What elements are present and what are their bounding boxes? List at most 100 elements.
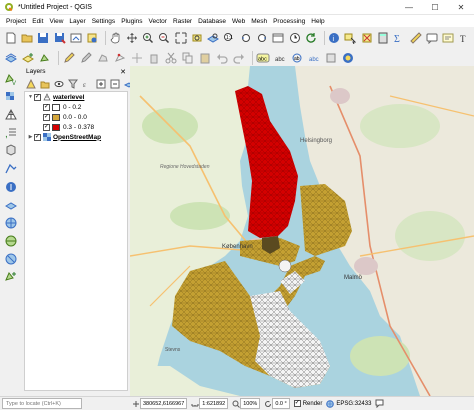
add-wfs-icon[interactable] [4,234,18,248]
measure-icon[interactable] [409,31,422,45]
menu-project[interactable]: Project [3,18,29,25]
legend-checkbox[interactable]: ✓ [43,123,50,131]
map-tips-icon[interactable] [425,31,438,45]
add-wms-icon[interactable] [4,216,18,230]
zoom-to-layer-icon[interactable] [207,31,220,45]
locator-search-input[interactable]: Type to locate (Ctrl+K) [2,398,82,409]
new-shapefile-icon[interactable] [4,270,18,284]
map-canvas[interactable]: Helsingborg Regione Hovedstaden Københav… [130,66,474,396]
expand-arrow-icon[interactable]: ▶ [27,134,34,140]
add-virtual-layer-icon[interactable] [4,198,18,212]
zoom-next-icon[interactable] [255,31,268,45]
menu-database[interactable]: Database [195,18,229,25]
collapse-all-icon[interactable] [110,79,120,89]
paste-features-icon[interactable] [198,51,212,65]
menu-settings[interactable]: Settings [89,18,119,25]
pan-map-icon[interactable] [109,31,122,45]
add-postgis-icon[interactable] [4,180,18,194]
expand-arrow-icon[interactable]: ▼ [27,94,34,100]
render-toggle[interactable]: ✓ Render [293,400,322,407]
refresh-icon[interactable] [304,31,317,45]
new-print-layout-icon[interactable] [69,31,82,45]
manage-visibility-icon[interactable] [54,79,64,89]
label-pin-icon[interactable]: abc [273,51,287,65]
undo-icon[interactable] [215,51,229,65]
render-checkbox[interactable]: ✓ [293,400,301,407]
new-project-icon[interactable] [4,31,17,45]
menu-help[interactable]: Help [308,18,327,25]
deselect-icon[interactable] [360,31,373,45]
layer-visibility-checkbox[interactable]: ✓ [34,133,41,141]
menu-web[interactable]: Web [229,18,248,25]
redo-icon[interactable] [232,51,246,65]
new-layer-icon[interactable] [21,51,35,65]
menu-vector[interactable]: Vector [146,18,170,25]
add-wcs-icon[interactable] [4,252,18,266]
label-change-icon[interactable] [324,51,338,65]
expand-all-icon[interactable] [96,79,106,89]
python-console-icon[interactable] [341,51,355,65]
statistics-icon[interactable]: Σ [393,31,406,45]
current-edits-icon[interactable] [62,51,76,65]
scale-field[interactable]: 1:621892 [199,398,229,409]
layer-row-openstreetmap[interactable]: ▶ ✓ OpenStreetMap [25,132,127,142]
zoom-to-selection-icon[interactable] [190,31,203,45]
open-project-icon[interactable] [20,31,33,45]
temporal-controller-icon[interactable] [288,31,301,45]
add-mesh-layer-icon[interactable] [4,108,18,122]
menu-raster[interactable]: Raster [170,18,195,25]
zoom-in-icon[interactable] [141,31,154,45]
close-window-button[interactable]: ✕ [448,3,474,12]
menu-edit[interactable]: Edit [29,18,46,25]
zoom-out-icon[interactable] [158,31,171,45]
select-features-icon[interactable] [344,31,357,45]
toggle-editing-icon[interactable] [79,51,93,65]
close-panel-icon[interactable]: ✕ [120,68,126,76]
identify-features-icon[interactable]: i [328,31,341,45]
add-geopackage-icon[interactable] [4,144,18,158]
add-vector-layer-icon[interactable]: V [4,72,18,86]
layer-visibility-checkbox[interactable]: ✓ [34,93,41,101]
menu-plugins[interactable]: Plugins [118,18,145,25]
delete-selected-icon[interactable] [147,51,161,65]
add-group-icon[interactable] [40,79,50,89]
legend-item[interactable]: ✓ 0.0 - 0.0 [25,112,127,122]
legend-item[interactable]: ✓ 0 - 0.2 [25,102,127,112]
messages-button[interactable] [375,399,384,408]
label-rotate-icon[interactable]: ab [290,51,304,65]
add-delimited-text-icon[interactable]: , [4,126,18,140]
layout-manager-icon[interactable] [85,31,98,45]
save-project-icon[interactable] [37,31,50,45]
minimize-button[interactable]: — [396,3,422,12]
coordinate-field[interactable]: 380652,6166967 [140,398,188,409]
map-svg[interactable]: Helsingborg Regione Hovedstaden Københav… [130,66,474,396]
filter-expression-icon[interactable]: ε [82,79,92,89]
menu-mesh[interactable]: Mesh [248,18,270,25]
data-source-manager-icon[interactable] [4,51,18,65]
add-vector-icon[interactable] [38,51,52,65]
zoom-last-icon[interactable] [239,31,252,45]
maximize-button[interactable]: ☐ [422,3,448,12]
zoom-native-icon[interactable]: 1:1 [223,31,236,45]
pan-to-selection-icon[interactable] [125,31,138,45]
crs-button[interactable]: EPSG:32433 [326,399,371,408]
add-raster-layer-icon[interactable] [4,90,18,104]
magnifier-field[interactable]: 100% [240,398,261,409]
zoom-full-icon[interactable] [174,31,187,45]
digitize-icon[interactable] [96,51,110,65]
menu-processing[interactable]: Processing [270,18,308,25]
move-feature-icon[interactable] [130,51,144,65]
legend-item[interactable]: ✓ 0.3 - 0.378 [25,122,127,132]
cut-features-icon[interactable] [164,51,178,65]
copy-features-icon[interactable] [181,51,195,65]
menu-layer[interactable]: Layer [66,18,88,25]
vertex-tool-icon[interactable] [113,51,127,65]
legend-checkbox[interactable]: ✓ [43,103,50,111]
text-annotation-icon[interactable]: T [458,31,471,45]
filter-legend-icon[interactable] [68,79,78,89]
legend-checkbox[interactable]: ✓ [43,113,50,121]
menu-view[interactable]: View [46,18,66,25]
layer-style-icon[interactable] [26,78,36,89]
label-tool-icon[interactable]: abc [256,51,270,65]
layer-row-waterlevel[interactable]: ▼ ✓ waterlevel [25,92,127,102]
